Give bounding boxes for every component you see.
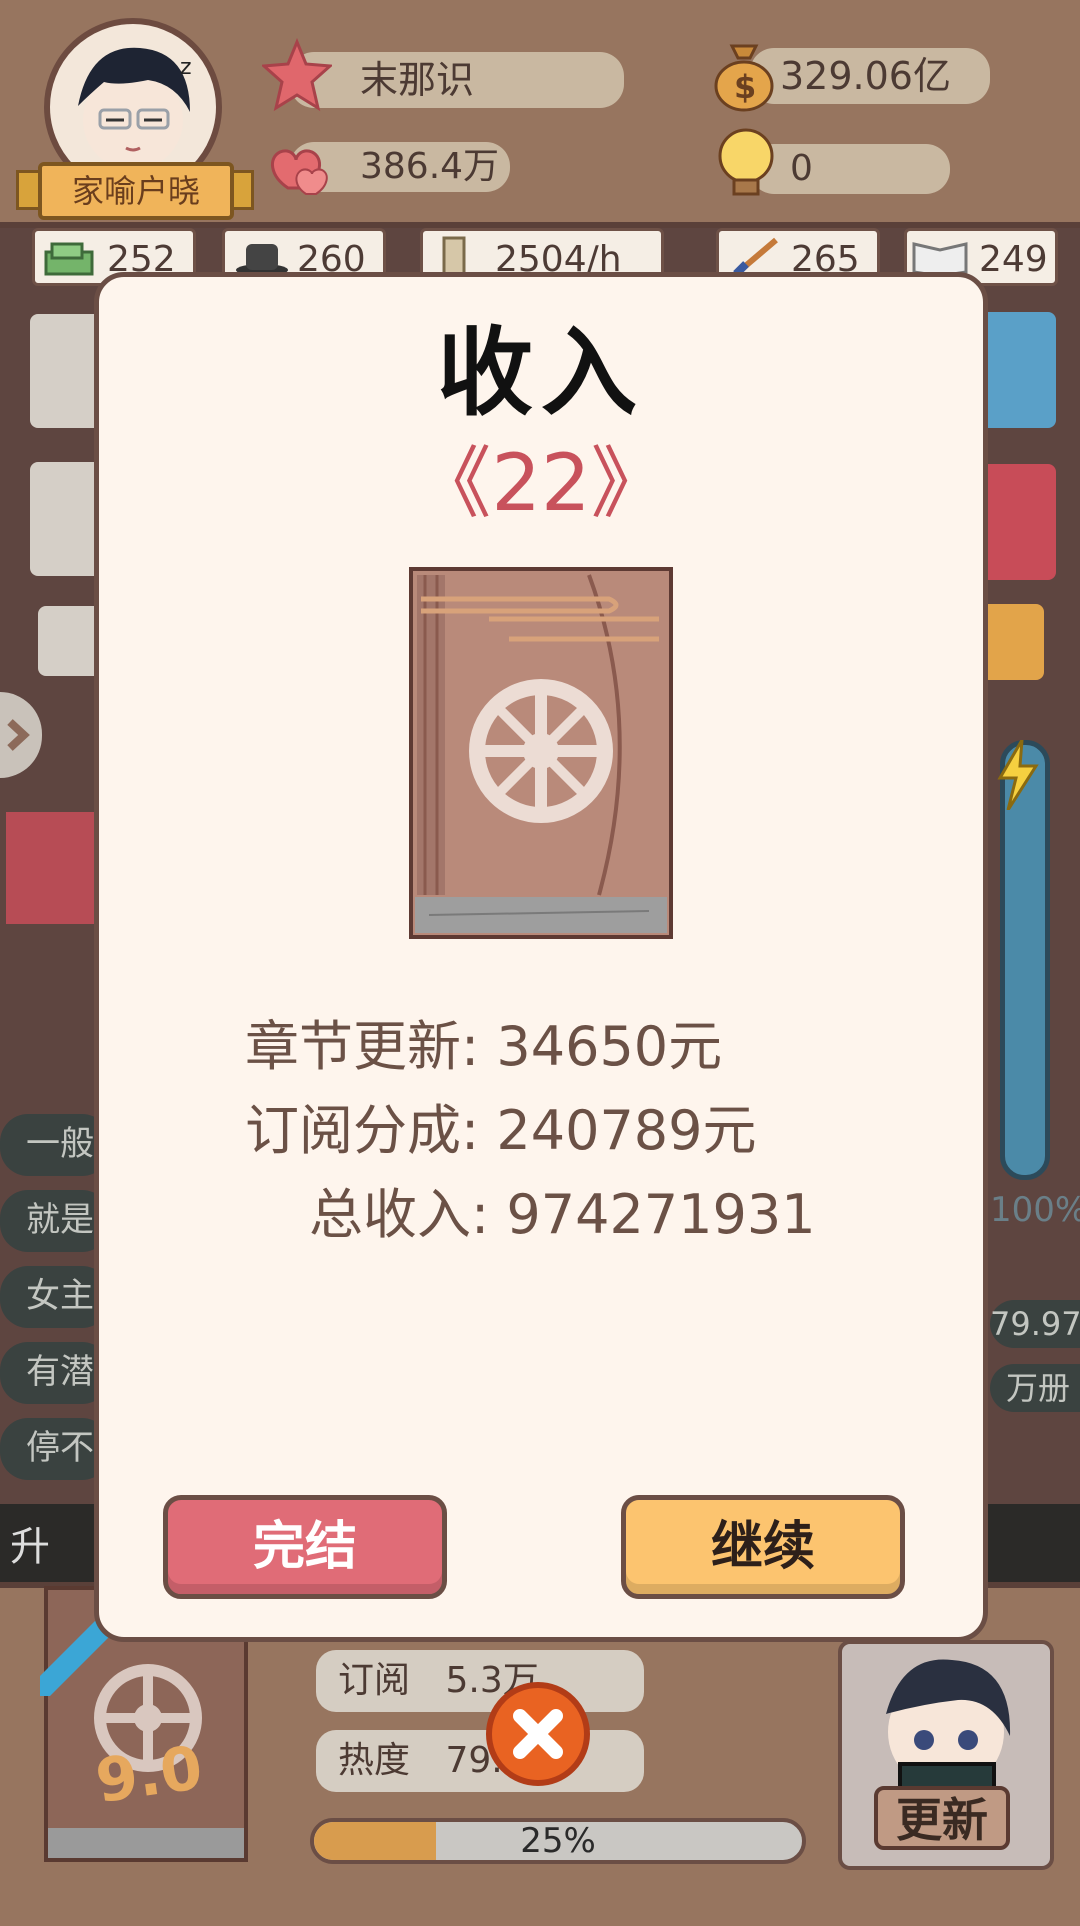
book-rating: 9.0 — [91, 1732, 207, 1818]
heat-stat: 热度 79. — [316, 1730, 644, 1792]
comment-text: 有潜 — [26, 1352, 94, 1392]
player-name: 家喻户晓 — [38, 162, 234, 220]
writing-progress-bar: 25% — [310, 1818, 806, 1864]
finish-button[interactable]: 完结 — [163, 1495, 447, 1599]
update-button[interactable]: 更新 — [874, 1786, 1010, 1850]
subscription-share-label: 订阅分成: — [245, 1099, 480, 1162]
right-menu-button-2[interactable] — [980, 464, 1056, 580]
cash-stack-icon — [42, 236, 98, 278]
comment-text: 女主 — [26, 1276, 94, 1316]
player-title-pill: 末那识 — [290, 52, 624, 108]
player-nameplate: 家喻户晓 — [16, 162, 254, 220]
progress-text: 25% — [520, 1821, 596, 1861]
total-income-label: 总收入: — [309, 1183, 490, 1246]
total-income-row: 总收入: 974271931 — [309, 1173, 816, 1257]
money-pill: 329.06亿 — [750, 48, 990, 104]
income-dialog: 收入 《22》 章节更新: 34650元 订阅分成: 240789元 总收入: … — [94, 272, 988, 1642]
svg-text:z: z — [180, 55, 192, 80]
expand-arrow-button[interactable] — [0, 692, 42, 778]
ideas-pill: 0 — [750, 144, 950, 194]
player-title: 末那识 — [360, 58, 475, 102]
money-value: 329.06亿 — [780, 54, 951, 98]
close-button[interactable] — [486, 1682, 590, 1786]
ideas-value: 0 — [790, 148, 813, 189]
svg-text:$: $ — [734, 68, 756, 106]
lightbulb-icon — [716, 126, 778, 200]
continue-button[interactable]: 继续 — [621, 1495, 905, 1599]
resource-value: 249 — [979, 239, 1048, 280]
chapter-update-label: 章节更新: — [245, 1015, 480, 1078]
side-unit: 万册 — [990, 1364, 1080, 1412]
lightning-icon — [996, 739, 1040, 811]
subscription-share-value: 240789元 — [496, 1099, 757, 1162]
level-up-label: 升 — [10, 1524, 50, 1570]
comment-text: 就是 — [26, 1200, 94, 1240]
star-icon — [260, 38, 334, 118]
book-name: 《22》 — [413, 439, 669, 529]
comment-text: 一般 — [26, 1124, 94, 1164]
heat-label: 热度 — [338, 1740, 411, 1781]
right-menu-button-3[interactable] — [980, 604, 1044, 680]
money-bag-icon: $ — [712, 36, 776, 112]
subscription-stat: 订阅 5.3万 — [316, 1650, 644, 1712]
close-icon — [513, 1709, 563, 1759]
book-cover-image — [409, 567, 673, 939]
left-genre-tag — [6, 812, 96, 924]
heart-icon — [266, 138, 332, 198]
chapter-update-row: 章节更新: 34650元 — [245, 1005, 722, 1089]
total-income-value: 974271931 — [506, 1183, 816, 1246]
side-value: 79.97 — [990, 1300, 1080, 1348]
right-menu-button-1[interactable] — [980, 312, 1056, 428]
chapter-update-value: 34650元 — [496, 1015, 723, 1078]
comment-text: 停不 — [26, 1428, 94, 1468]
subscription-share-row: 订阅分成: 240789元 — [245, 1089, 757, 1173]
fans-value: 386.4万 — [360, 146, 500, 187]
subscription-label: 订阅 — [338, 1660, 411, 1701]
dialog-title: 收入 — [437, 317, 645, 429]
energy-percent: 100% — [990, 1190, 1080, 1230]
